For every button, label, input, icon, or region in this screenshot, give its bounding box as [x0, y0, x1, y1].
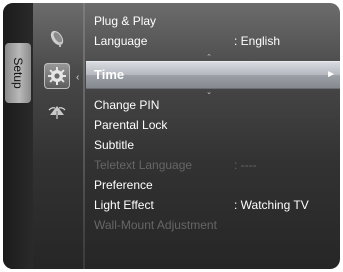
- menu-item-time[interactable]: Time ►: [86, 61, 340, 89]
- category-icons: ‹: [33, 3, 83, 269]
- menu-item-label: Teletext Language: [94, 158, 193, 172]
- menu-tab-strip: Setup: [3, 3, 33, 269]
- column-divider: [83, 3, 85, 269]
- menu-item-subtitle[interactable]: Subtitle: [86, 135, 340, 155]
- menu-item-label: Light Effect: [94, 198, 154, 212]
- tab-setup-label: Setup: [11, 57, 25, 89]
- gear-icon[interactable]: [44, 63, 70, 89]
- menu-item-teletext-language: Teletext Language : ----: [86, 155, 340, 175]
- menu-item-preference[interactable]: Preference: [86, 175, 340, 195]
- menu-item-change-pin[interactable]: Change PIN: [86, 95, 340, 115]
- menu-item-plug-and-play[interactable]: Plug & Play: [86, 11, 340, 31]
- submenu-arrow-icon: ►: [326, 69, 336, 80]
- menu-item-parental-lock[interactable]: Parental Lock: [86, 115, 340, 135]
- tv-menu-screen: Setup ‹ Plug & Play Language: English ⌃…: [0, 0, 343, 272]
- menu-item-wall-mount-adjustment: Wall-Mount Adjustment: [86, 215, 340, 235]
- menu-item-label: Plug & Play: [94, 14, 157, 28]
- menu-item-label: Wall-Mount Adjustment: [94, 218, 217, 232]
- menu-item-language[interactable]: Language : English: [86, 31, 340, 51]
- menu-item-label: Language: [94, 34, 148, 48]
- menu-item-list: Plug & Play Language : English ⌃ Time ► …: [86, 3, 340, 269]
- menu-item-value: : English: [234, 34, 281, 48]
- selection-bracket-icon: ‹: [76, 72, 80, 83]
- menu-item-value: : Watching TV: [234, 198, 309, 212]
- setup-menu-panel: Setup ‹ Plug & Play Language: English ⌃…: [3, 3, 340, 269]
- menu-item-label: Preference: [94, 178, 153, 192]
- tab-setup[interactable]: Setup: [5, 43, 31, 103]
- menu-item-label: Time: [94, 67, 125, 82]
- satellite-dish-icon[interactable]: [47, 28, 67, 48]
- menu-item-label: Subtitle: [94, 138, 135, 152]
- signal-icon[interactable]: [47, 101, 67, 121]
- menu-item-label: Parental Lock: [94, 118, 168, 132]
- menu-item-light-effect[interactable]: Light Effect : Watching TV: [86, 195, 340, 215]
- menu-item-label: Change PIN: [94, 98, 160, 112]
- menu-item-value: : ----: [234, 158, 257, 172]
